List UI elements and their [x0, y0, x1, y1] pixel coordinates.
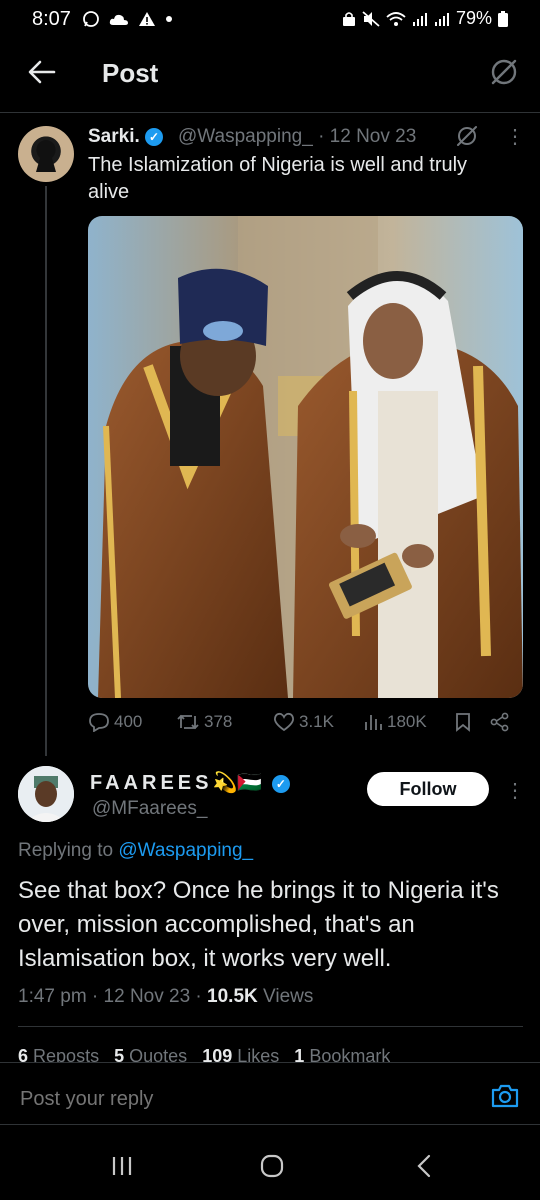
reply-author-name[interactable]: FAAREES💫🇵🇸 ✓	[90, 770, 290, 795]
reposts-count[interactable]: 6	[18, 1046, 28, 1062]
cloud-icon	[109, 15, 129, 26]
grok-button[interactable]	[455, 124, 479, 153]
reply-author-name-text: FAAREES	[90, 772, 213, 794]
profile-photo	[18, 766, 74, 822]
like-action[interactable]: 3.1K	[273, 712, 334, 732]
quotes-count[interactable]: 5	[114, 1046, 124, 1062]
bookmark-count[interactable]: 1	[294, 1046, 304, 1062]
avatar[interactable]	[18, 766, 74, 822]
share-action[interactable]	[490, 712, 510, 732]
reply-count: 400	[114, 712, 143, 731]
circle-slash-icon	[457, 126, 477, 146]
views-icon	[365, 715, 382, 730]
views-action[interactable]: 180K	[363, 712, 427, 732]
reply-author-handle[interactable]: @MFaarees_	[92, 798, 207, 820]
reply-bar	[0, 1062, 540, 1125]
divider	[0, 1124, 540, 1125]
reply-text: See that box? Once he brings it to Niger…	[18, 877, 499, 972]
quotes-label[interactable]: Quotes	[129, 1046, 187, 1062]
repost-count: 378	[204, 712, 233, 731]
views-count: 10.5K	[207, 986, 258, 1007]
views-label: Views	[263, 986, 314, 1007]
post-timestamp: 1:47 pm · 12 Nov 23 ·	[18, 986, 202, 1007]
reply-input[interactable]	[18, 1087, 422, 1112]
recents-button[interactable]	[102, 1148, 142, 1184]
bookmark-action[interactable]	[455, 712, 471, 732]
share-icon	[490, 712, 509, 732]
header-action-button[interactable]	[488, 56, 520, 93]
silhouette-icon	[36, 140, 56, 172]
battery-icon	[498, 10, 508, 27]
post-meta: 1:47 pm · 12 Nov 23 · 10.5K Views	[18, 986, 313, 1008]
recents-icon	[112, 1157, 132, 1175]
battery-percent: 79%	[455, 8, 492, 28]
whatsapp-icon	[83, 11, 99, 28]
mute-icon	[362, 10, 380, 27]
back-arrow-icon	[28, 60, 56, 84]
more-options-icon[interactable]: ⋮	[505, 778, 525, 803]
status-right: 79%	[342, 8, 508, 29]
post-actions: 400 378 3.1K 180K	[88, 712, 518, 738]
replying-to-link[interactable]: @Waspapping_	[118, 840, 253, 861]
engagement-stats: 6 Reposts 5 Quotes 109 Likes 1 Bookmark	[18, 1046, 390, 1062]
repost-icon	[177, 714, 199, 730]
repost-action[interactable]: 378	[176, 712, 232, 732]
author-handle-date: @Waspapping_ · 12 Nov 23	[178, 126, 416, 148]
likes-count[interactable]: 109	[202, 1046, 232, 1062]
author-handle[interactable]: @Waspapping_	[178, 126, 313, 147]
replying-prefix: Replying to	[18, 840, 114, 861]
post-image[interactable]	[88, 216, 523, 698]
reply-action[interactable]: 400	[88, 712, 142, 732]
circle-slash-icon	[491, 59, 517, 85]
divider	[18, 1026, 523, 1027]
author-name[interactable]: Sarki. ✓	[88, 126, 164, 148]
photo-illustration	[88, 216, 523, 698]
signal-icon	[434, 12, 449, 26]
system-nav-bar	[0, 1130, 540, 1200]
verified-badge-icon: ✓	[271, 774, 290, 793]
warning-icon	[139, 12, 156, 27]
back-button[interactable]	[24, 54, 60, 90]
heart-icon	[274, 712, 294, 732]
bookmark-icon	[456, 713, 470, 732]
follow-button[interactable]: Follow	[367, 772, 489, 806]
home-button[interactable]	[252, 1148, 292, 1184]
post-date: · 12 Nov 23	[318, 126, 417, 147]
author-name-text: Sarki.	[88, 126, 140, 147]
back-nav-button[interactable]	[404, 1148, 444, 1184]
thread-line	[45, 186, 47, 756]
more-options-icon[interactable]: ⋮	[505, 124, 525, 149]
lock-icon	[342, 11, 355, 26]
like-count: 3.1K	[299, 712, 334, 731]
replying-to: Replying to @Waspapping_	[18, 840, 253, 862]
verified-badge-icon: ✓	[145, 127, 164, 146]
status-time: 8:07	[32, 8, 71, 30]
avatar[interactable]	[18, 126, 74, 182]
dot-icon	[166, 16, 173, 23]
name-emojis: 💫🇵🇸	[212, 772, 263, 794]
reply-icon	[89, 713, 109, 732]
post-text: The Islamization of Nigeria is well and …	[88, 154, 468, 203]
page-title: Post	[102, 58, 159, 88]
status-left-icons	[82, 8, 173, 29]
likes-label[interactable]: Likes	[237, 1046, 279, 1062]
top-header: Post	[0, 40, 540, 113]
chevron-left-icon	[417, 1154, 431, 1178]
camera-button[interactable]	[490, 1083, 520, 1114]
wifi-icon	[386, 11, 406, 26]
bookmark-label[interactable]: Bookmark	[309, 1046, 390, 1062]
signal-icon	[412, 12, 427, 26]
reposts-label[interactable]: Reposts	[33, 1046, 99, 1062]
views-count: 180K	[387, 712, 427, 731]
home-icon	[260, 1154, 284, 1178]
status-bar: 8:07 79%	[0, 0, 540, 40]
camera-icon	[491, 1084, 519, 1108]
